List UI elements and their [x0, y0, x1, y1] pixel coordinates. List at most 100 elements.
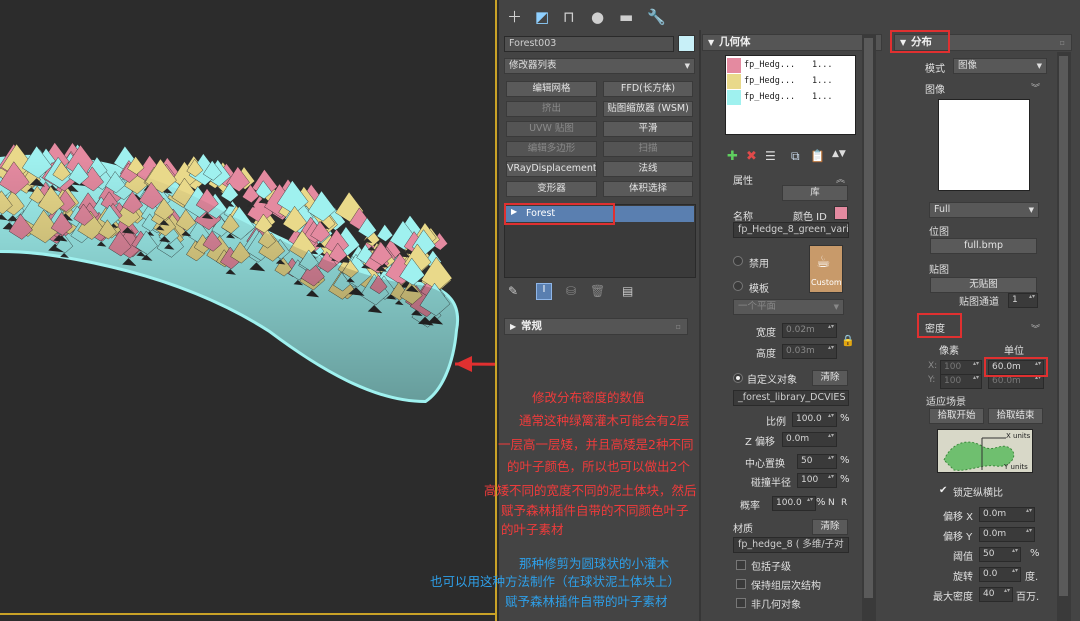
modifier-button[interactable]: 编辑多边形 [506, 141, 597, 157]
modifier-button[interactable]: VRayDisplacementM [506, 161, 597, 177]
color-id-label: 颜色 ID [793, 212, 827, 223]
chevron-down-icon: ▼ [1036, 62, 1042, 70]
n-button[interactable]: N [828, 498, 835, 508]
width-spinner[interactable]: 0.02m [782, 323, 837, 338]
density-x-pixels-spinner[interactable]: 100 [940, 360, 982, 375]
pick-end-button[interactable]: 拾取结束 [988, 408, 1043, 424]
stack-tools: ✎ I ⛁ 🗑 ▤ [506, 283, 696, 302]
disable-radio[interactable] [733, 256, 743, 266]
max-density-spinner[interactable]: 40 [979, 587, 1013, 602]
mode-dropdown[interactable]: 图像 ▼ [953, 58, 1047, 74]
map-channel-spinner[interactable]: 1 [1008, 293, 1038, 308]
threshold-spinner[interactable]: 50 [979, 547, 1021, 562]
center-percent-label: % [840, 455, 850, 466]
height-spinner[interactable]: 0.03m [782, 344, 837, 359]
move-up-down-icon[interactable]: ▲▼ [832, 149, 846, 159]
geometry-scrollbar-thumb[interactable] [864, 38, 873, 598]
r-button[interactable]: R [841, 498, 847, 508]
no-map-button[interactable]: 无贴图 [930, 277, 1037, 293]
utilities-icon[interactable]: 🔧 [647, 8, 666, 26]
include-children-label: 包括子级 [751, 562, 791, 573]
hierarchy-icon[interactable]: ⊓ [563, 8, 575, 26]
modifier-button[interactable]: UVW 贴图 [506, 121, 597, 137]
clear-custom-button[interactable]: 清除 [812, 370, 848, 386]
modify-icon[interactable]: ◩ [535, 8, 549, 26]
scale-spinner[interactable]: 100.0 [792, 412, 837, 427]
distribution-scrollbar-thumb[interactable] [1059, 56, 1068, 596]
lock-icon[interactable]: 🔒 [841, 334, 855, 347]
geometry-color-swatch [727, 90, 741, 105]
remove-modifier-icon[interactable]: 🗑 [590, 284, 605, 298]
geometry-list-item[interactable]: fp_Hedg... 1... [727, 90, 854, 105]
probability-spinner[interactable]: 100.0 [772, 496, 816, 511]
custom-preview[interactable]: ☕ Custom [809, 245, 843, 293]
modifier-list-dropdown[interactable]: 修改器列表 ▼ [504, 58, 695, 74]
rollout-general[interactable]: ▶ 常规 ▫ [504, 318, 688, 335]
pick-start-button[interactable]: 拾取开始 [929, 408, 984, 424]
density-y-pixels-spinner[interactable]: 100 [940, 374, 982, 389]
list-icon[interactable]: ☰ [765, 149, 776, 163]
modifier-button[interactable]: 扫描 [603, 141, 693, 157]
color-id-swatch[interactable] [834, 206, 848, 220]
collision-radius-spinner[interactable]: 100 [797, 473, 837, 488]
rollout-geometry[interactable]: ▼几何体▫ [702, 34, 882, 51]
geometry-list-item[interactable]: fp_Hedg... 1... [727, 58, 854, 73]
clear-material-button[interactable]: 清除 [812, 519, 848, 535]
copy-icon[interactable]: ⧉ [791, 149, 800, 164]
distribution-image-preview[interactable] [938, 99, 1030, 191]
rotation-spinner[interactable]: 0.0 [979, 567, 1021, 582]
modifier-button[interactable]: 法线 [603, 161, 693, 177]
modifier-button[interactable]: 编辑网格 [506, 81, 597, 97]
remove-icon[interactable]: ✖ [746, 149, 757, 164]
non-geometry-checkbox[interactable] [736, 598, 746, 608]
plane-dropdown[interactable]: 一个平面 ▼ [733, 299, 844, 315]
motion-icon[interactable]: ● [591, 8, 604, 26]
make-unique-icon[interactable]: ⛁ [566, 284, 576, 298]
collapse-chevron-icon[interactable]: ︾ [1031, 322, 1040, 335]
add-icon[interactable]: ✚ [727, 149, 738, 164]
modifier-button[interactable]: 贴图缩放器 (WSM) [603, 101, 693, 117]
mode-dropdown-value: 图像 [958, 60, 978, 71]
annotation-red-line-3: 一层高一层矮，并且高矮是2种不同 [498, 437, 694, 452]
z-offset-spinner[interactable]: 0.0m [782, 432, 837, 447]
mode-label: 模式 [925, 64, 945, 75]
paste-icon[interactable]: 📋 [810, 149, 825, 163]
distribution-scrollbar[interactable] [1057, 52, 1071, 621]
display-icon[interactable]: ▬ [619, 8, 633, 26]
material-field[interactable]: fp_hedge_8 ( 多维/子对 [733, 537, 849, 553]
modifier-button[interactable]: FFD(长方体) [603, 81, 693, 97]
geometry-list-item[interactable]: fp_Hedg... 1... [727, 74, 854, 89]
custom-object-icon: ☕ [816, 252, 831, 271]
collapse-chevron-icon[interactable]: ︾ [1031, 81, 1040, 94]
collapse-chevron-icon[interactable]: ︽ [836, 172, 845, 185]
object-name-field[interactable]: Forest003 [504, 36, 674, 52]
modifier-button[interactable]: 挤出 [506, 101, 597, 117]
bitmap-button[interactable]: full.bmp [930, 238, 1037, 254]
modifier-button[interactable]: 体积选择 [603, 181, 693, 197]
configure-sets-icon[interactable]: ▤ [622, 284, 633, 298]
include-children-checkbox[interactable] [736, 560, 746, 570]
object-color-swatch[interactable] [678, 35, 695, 52]
modifier-button[interactable]: 平滑 [603, 121, 693, 137]
full-dropdown[interactable]: Full ▼ [929, 202, 1039, 218]
item-name-field[interactable]: fp_Hedge_8_green_vari [733, 222, 849, 238]
viewport[interactable] [0, 0, 497, 621]
offset-y-spinner[interactable]: 0.0m [979, 527, 1035, 542]
offset-x-spinner[interactable]: 0.0m [979, 507, 1035, 522]
library-path-field[interactable]: _forest_library_DCVIES [733, 390, 849, 406]
library-button[interactable]: 库 [782, 185, 848, 201]
create-icon[interactable]: ＋ [507, 8, 522, 26]
keep-hierarchy-checkbox[interactable] [736, 579, 746, 589]
collision-percent-label: % [840, 474, 850, 485]
custom-object-radio[interactable] [733, 373, 743, 383]
pin-stack-icon[interactable]: ✎ [508, 284, 518, 298]
lock-aspect-check-icon[interactable]: ✔ [939, 485, 947, 496]
geometry-scrollbar[interactable] [862, 34, 876, 621]
geometry-list[interactable]: fp_Hedg... 1... fp_Hedg... 1... fp_Hedg... 1.… [725, 55, 856, 135]
modifier-list-label: 修改器列表 [509, 60, 557, 71]
rollout-pin-icon: ▫ [1059, 38, 1065, 47]
show-end-result-icon[interactable]: I [536, 283, 552, 300]
modifier-button[interactable]: 变形器 [506, 181, 597, 197]
center-displace-spinner[interactable]: 50 [797, 454, 837, 469]
template-radio[interactable] [733, 281, 743, 291]
